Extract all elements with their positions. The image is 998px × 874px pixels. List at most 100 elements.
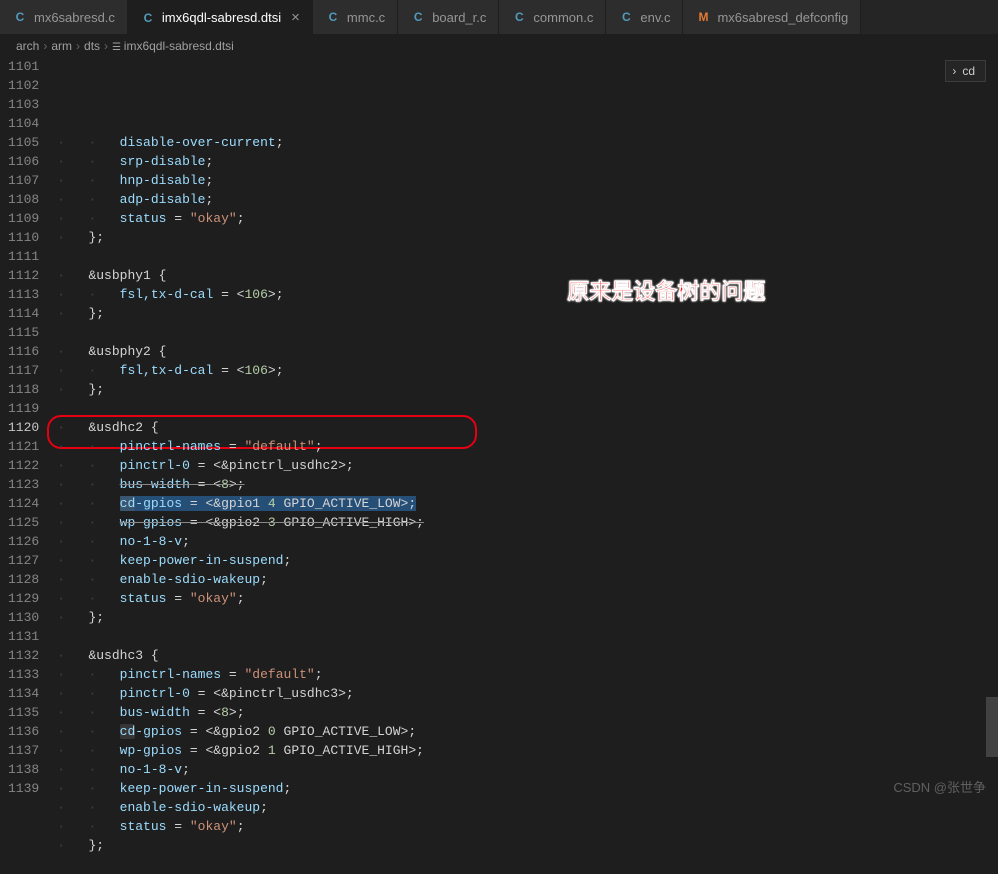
code-editor[interactable]: 1101110211031104110511061107110811091110… — [0, 57, 998, 804]
line-number: 1117 — [8, 361, 39, 380]
line-number: 1134 — [8, 684, 39, 703]
tab-mmc-c[interactable]: Cmmc.c — [313, 0, 398, 34]
tab-label: env.c — [640, 10, 670, 25]
breadcrumb-item[interactable]: ☰ imx6qdl-sabresd.dtsi — [112, 39, 234, 53]
code-line[interactable] — [57, 627, 998, 646]
code-line[interactable]: · · cd-gpios = <&gpio1 4 GPIO_ACTIVE_LOW… — [57, 494, 998, 513]
tab-common-c[interactable]: Ccommon.c — [499, 0, 606, 34]
code-line[interactable]: · &usbphy1 { — [57, 266, 998, 285]
code-line[interactable]: · · fsl,tx-d-cal = <106>; — [57, 361, 998, 380]
code-line[interactable]: · }; — [57, 304, 998, 323]
chevron-right-icon: › — [76, 39, 80, 53]
line-number: 1112 — [8, 266, 39, 285]
breadcrumb-item[interactable]: dts — [84, 39, 100, 53]
code-line[interactable]: · · bus-width = <8>; — [57, 703, 998, 722]
code-line[interactable]: · &usdhc2 { — [57, 418, 998, 437]
line-number: 1114 — [8, 304, 39, 323]
code-line[interactable] — [57, 855, 998, 874]
code-line[interactable]: · · adp-disable; — [57, 190, 998, 209]
breadcrumb-item[interactable]: arch — [16, 39, 39, 53]
line-number: 1120 — [8, 418, 39, 437]
code-line[interactable]: · · pinctrl-0 = <&pinctrl_usdhc2>; — [57, 456, 998, 475]
code-line[interactable]: · · keep-power-in-suspend; — [57, 551, 998, 570]
code-line[interactable]: · }; — [57, 836, 998, 855]
code-line[interactable]: · · pinctrl-names = "default"; — [57, 437, 998, 456]
file-type-icon: C — [410, 9, 426, 25]
line-number: 1127 — [8, 551, 39, 570]
search-overlay[interactable]: › cd — [945, 60, 986, 82]
chevron-right-icon: › — [104, 39, 108, 53]
code-line[interactable]: · · bus-width = <8>; — [57, 475, 998, 494]
line-number: 1110 — [8, 228, 39, 247]
code-line[interactable]: · · keep-power-in-suspend; — [57, 779, 998, 798]
code-line[interactable]: · }; — [57, 228, 998, 247]
tab-label: mmc.c — [347, 10, 385, 25]
line-number: 1116 — [8, 342, 39, 361]
tab-label: common.c — [533, 10, 593, 25]
code-line[interactable]: · · srp-disable; — [57, 152, 998, 171]
tab-imx6qdl-sabresd-dtsi[interactable]: Cimx6qdl-sabresd.dtsi× — [128, 0, 313, 34]
line-number: 1138 — [8, 760, 39, 779]
line-number: 1106 — [8, 152, 39, 171]
line-number: 1113 — [8, 285, 39, 304]
editor-tabs: Cmx6sabresd.cCimx6qdl-sabresd.dtsi×Cmmc.… — [0, 0, 998, 35]
code-line[interactable]: · · pinctrl-names = "default"; — [57, 665, 998, 684]
code-line[interactable]: · · enable-sdio-wakeup; — [57, 570, 998, 589]
line-number: 1133 — [8, 665, 39, 684]
line-number: 1121 — [8, 437, 39, 456]
line-number: 1129 — [8, 589, 39, 608]
line-number: 1132 — [8, 646, 39, 665]
close-icon[interactable]: × — [287, 9, 300, 26]
line-number: 1104 — [8, 114, 39, 133]
scrollbar-thumb[interactable] — [986, 697, 998, 757]
tab-label: mx6sabresd.c — [34, 10, 115, 25]
tab-mx6sabresd-defconfig[interactable]: Mmx6sabresd_defconfig — [683, 0, 861, 34]
tab-mx6sabresd-c[interactable]: Cmx6sabresd.c — [0, 0, 128, 34]
code-line[interactable]: · · status = "okay"; — [57, 209, 998, 228]
code-line[interactable] — [57, 247, 998, 266]
code-line[interactable]: · · pinctrl-0 = <&pinctrl_usdhc3>; — [57, 684, 998, 703]
line-number: 1130 — [8, 608, 39, 627]
code-line[interactable]: · · wp-gpios = <&gpio2 1 GPIO_ACTIVE_HIG… — [57, 741, 998, 760]
tab-board-r-c[interactable]: Cboard_r.c — [398, 0, 499, 34]
breadcrumb[interactable]: arch › arm › dts › ☰ imx6qdl-sabresd.dtsi — [0, 35, 998, 57]
code-line[interactable]: · · hnp-disable; — [57, 171, 998, 190]
code-line[interactable]: · · no-1-8-v; — [57, 532, 998, 551]
breadcrumb-item[interactable]: arm — [51, 39, 72, 53]
line-number: 1105 — [8, 133, 39, 152]
tab-env-c[interactable]: Cenv.c — [606, 0, 683, 34]
line-number: 1119 — [8, 399, 39, 418]
code-line[interactable]: · · disable-over-current; — [57, 133, 998, 152]
code-line[interactable]: · · fsl,tx-d-cal = <106>; — [57, 285, 998, 304]
line-number: 1122 — [8, 456, 39, 475]
line-number: 1115 — [8, 323, 39, 342]
file-type-icon: C — [511, 9, 527, 25]
code-line[interactable] — [57, 399, 998, 418]
line-number: 1107 — [8, 171, 39, 190]
code-line[interactable]: · · wp-gpios = <&gpio2 3 GPIO_ACTIVE_HIG… — [57, 513, 998, 532]
vertical-scrollbar[interactable] — [986, 57, 998, 804]
code-line[interactable]: · }; — [57, 380, 998, 399]
line-number: 1108 — [8, 190, 39, 209]
line-number: 1123 — [8, 475, 39, 494]
line-number: 1101 — [8, 57, 39, 76]
code-line[interactable]: · · status = "okay"; — [57, 589, 998, 608]
tab-label: imx6qdl-sabresd.dtsi — [162, 10, 281, 25]
code-line[interactable]: · · enable-sdio-wakeup; — [57, 798, 998, 817]
file-type-icon: C — [618, 9, 634, 25]
chevron-right-icon: › — [43, 39, 47, 53]
code-line[interactable]: · · cd-gpios = <&gpio2 0 GPIO_ACTIVE_LOW… — [57, 722, 998, 741]
line-number: 1136 — [8, 722, 39, 741]
code-area[interactable]: 原来是设备树的问题 · · disable-over-current;· · s… — [57, 57, 998, 804]
code-line[interactable]: · &usdhc3 { — [57, 646, 998, 665]
code-line[interactable]: · }; — [57, 608, 998, 627]
tab-label: board_r.c — [432, 10, 486, 25]
code-line[interactable]: · · no-1-8-v; — [57, 760, 998, 779]
code-line[interactable]: · · status = "okay"; — [57, 817, 998, 836]
code-line[interactable] — [57, 323, 998, 342]
line-number: 1111 — [8, 247, 39, 266]
line-number: 1137 — [8, 741, 39, 760]
file-type-icon: C — [12, 9, 28, 25]
code-line[interactable]: · &usbphy2 { — [57, 342, 998, 361]
line-number: 1125 — [8, 513, 39, 532]
